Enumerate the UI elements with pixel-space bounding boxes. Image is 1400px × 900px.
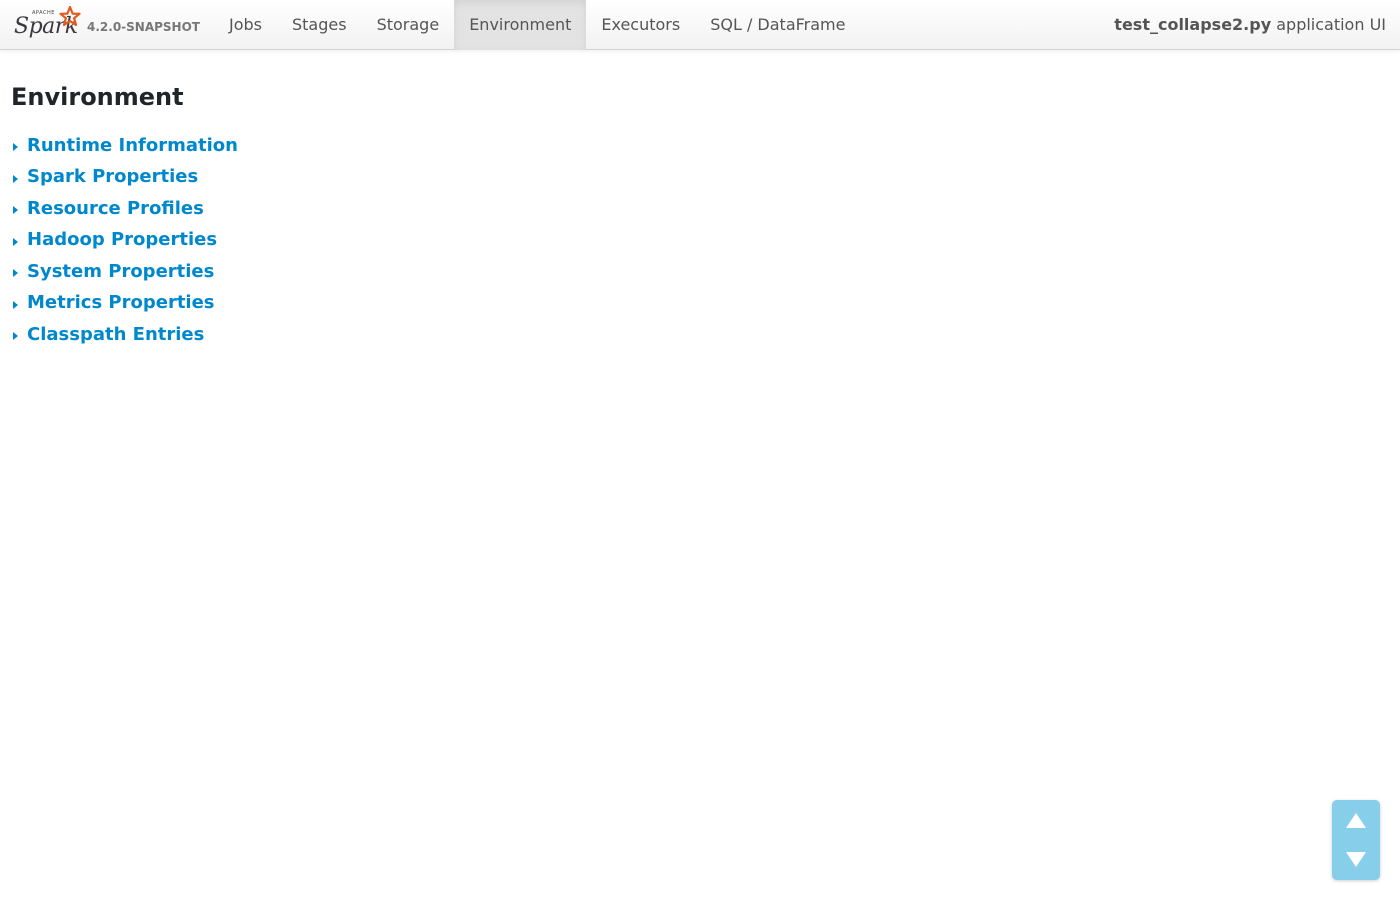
- brand[interactable]: APACHE Spark 4.2.0-SNAPSHOT: [12, 0, 202, 50]
- tab-environment[interactable]: Environment: [454, 0, 587, 50]
- section-spark-properties[interactable]: Spark Properties: [11, 162, 238, 194]
- caret-right-icon: [13, 237, 18, 246]
- section-runtime-information[interactable]: Runtime Information: [11, 130, 238, 162]
- section-label[interactable]: System Properties: [27, 261, 214, 283]
- section-label[interactable]: Resource Profiles: [27, 198, 204, 220]
- section-label[interactable]: Hadoop Properties: [27, 229, 217, 251]
- section-list: Runtime Information Spark Properties Res…: [11, 130, 238, 351]
- tab-stages[interactable]: Stages: [277, 0, 362, 50]
- caret-right-icon: [13, 143, 18, 152]
- caret-right-icon: [13, 174, 18, 183]
- arrow-up-icon: [1346, 813, 1366, 828]
- nav-tabs: Jobs Stages Storage Environment Executor…: [214, 0, 860, 50]
- scroll-up-button[interactable]: [1332, 800, 1380, 840]
- top-navbar: APACHE Spark 4.2.0-SNAPSHOT Jobs Stages …: [0, 0, 1400, 50]
- page-title: Environment: [11, 83, 184, 111]
- tab-jobs[interactable]: Jobs: [214, 0, 277, 50]
- tab-sql-dataframe[interactable]: SQL / DataFrame: [695, 0, 860, 50]
- caret-right-icon: [13, 300, 18, 309]
- section-label[interactable]: Classpath Entries: [27, 324, 204, 346]
- caret-right-icon: [13, 269, 18, 278]
- scroll-down-button[interactable]: [1332, 840, 1380, 880]
- section-label[interactable]: Runtime Information: [27, 135, 238, 157]
- tab-storage[interactable]: Storage: [362, 0, 455, 50]
- section-label[interactable]: Metrics Properties: [27, 292, 215, 314]
- section-label[interactable]: Spark Properties: [27, 166, 198, 188]
- section-metrics-properties[interactable]: Metrics Properties: [11, 288, 238, 320]
- section-classpath-entries[interactable]: Classpath Entries: [11, 319, 238, 351]
- version-label: 4.2.0-SNAPSHOT: [87, 20, 200, 34]
- spark-logo[interactable]: APACHE Spark: [12, 6, 84, 44]
- main-content: Environment Runtime Information Spark Pr…: [11, 80, 238, 351]
- scroll-controls: [1332, 800, 1380, 880]
- app-title-suffix: application UI: [1271, 15, 1386, 34]
- app-title: test_collapse2.py application UI: [1114, 0, 1386, 50]
- section-hadoop-properties[interactable]: Hadoop Properties: [11, 225, 238, 257]
- caret-right-icon: [13, 332, 18, 341]
- section-system-properties[interactable]: System Properties: [11, 256, 238, 288]
- caret-right-icon: [13, 206, 18, 215]
- app-name: test_collapse2.py: [1114, 15, 1272, 34]
- tab-executors[interactable]: Executors: [586, 0, 695, 50]
- section-resource-profiles[interactable]: Resource Profiles: [11, 193, 238, 225]
- arrow-down-icon: [1346, 852, 1366, 867]
- spark-star-icon: [59, 6, 81, 27]
